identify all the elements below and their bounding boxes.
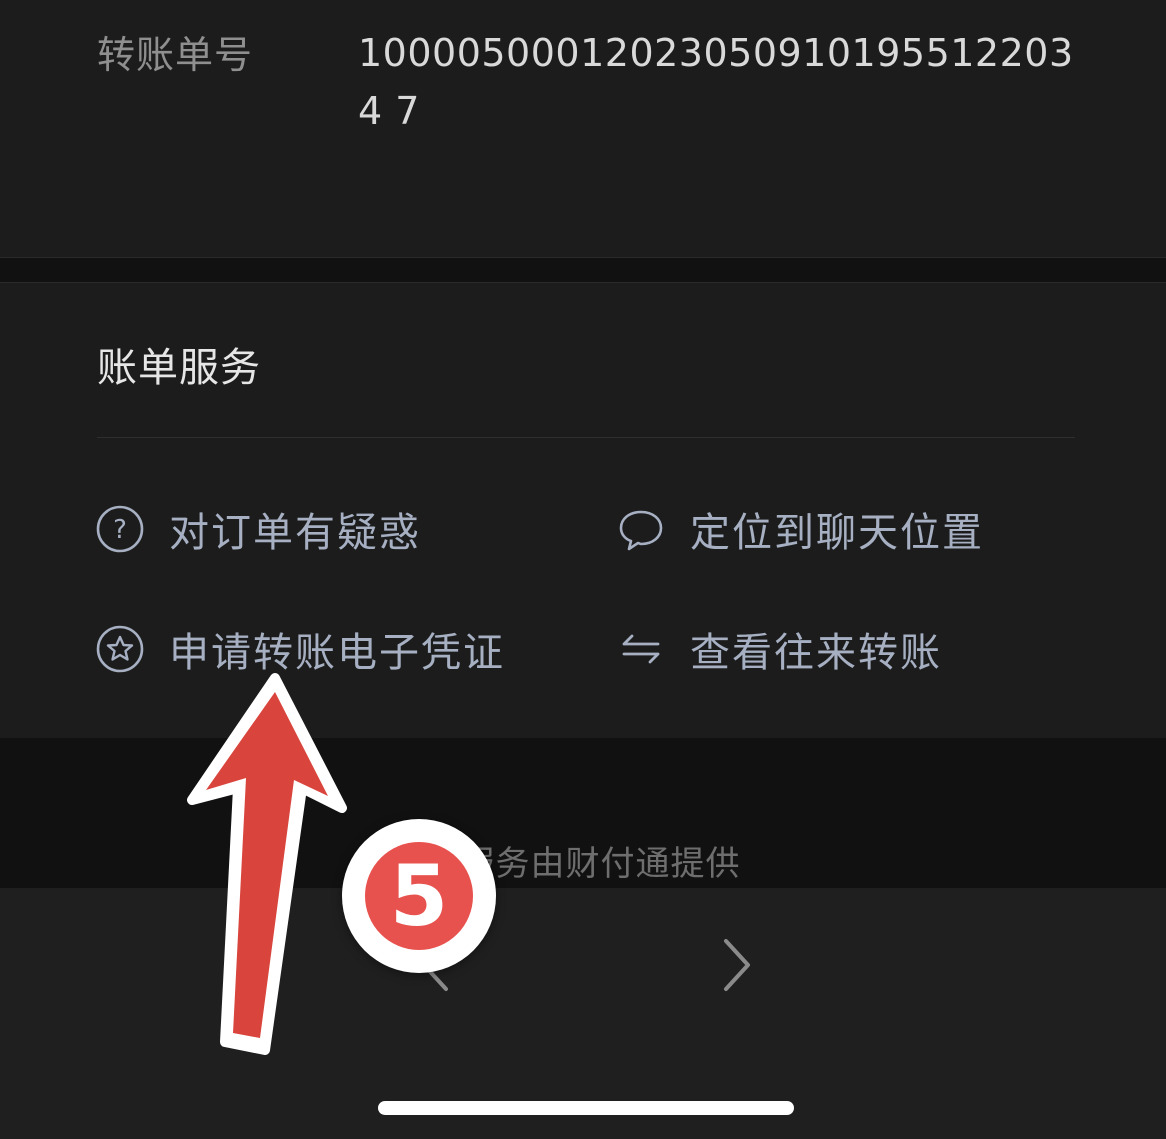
view-transfers-label: 查看往来转账 (690, 630, 942, 676)
transfer-number-value: 100005000120230509101955122034 7 (358, 31, 1074, 133)
divider (97, 437, 1075, 438)
order-question-label: 对订单有疑惑 (169, 510, 421, 556)
step-number-badge: 5 (342, 819, 496, 973)
chevron-right-icon (724, 939, 750, 991)
bill-services-title: 账单服务 (97, 345, 261, 391)
question-circle-icon: ? (95, 504, 145, 554)
step-number: 5 (365, 842, 473, 950)
svg-text:?: ? (113, 515, 127, 545)
transfer-number-label: 转账单号 (97, 33, 254, 77)
home-indicator[interactable] (378, 1101, 794, 1115)
swap-arrows-icon (616, 624, 666, 674)
view-transfers-button[interactable]: 查看往来转账 (616, 619, 942, 679)
bill-services-card: 账单服务 ? 对订单有疑惑 定位到聊天位置 申请转账电子凭证 查看往来转账 (0, 282, 1166, 739)
order-question-button[interactable]: ? 对订单有疑惑 (95, 499, 421, 559)
next-page-button[interactable] (712, 935, 762, 995)
section-gap (0, 258, 1166, 282)
annotation-arrow-icon (187, 673, 347, 1055)
transfer-detail-card: 转账单号 100005000120230509101955122034 7 (0, 0, 1166, 258)
transfer-detail-page: 转账单号 100005000120230509101955122034 7 账单… (0, 0, 1166, 1139)
chat-bubble-icon (616, 504, 666, 554)
locate-chat-button[interactable]: 定位到聊天位置 (616, 499, 984, 559)
provider-note: 本服务由财付通提供 (425, 844, 741, 884)
star-circle-icon (95, 624, 145, 674)
locate-chat-label: 定位到聊天位置 (690, 510, 984, 556)
